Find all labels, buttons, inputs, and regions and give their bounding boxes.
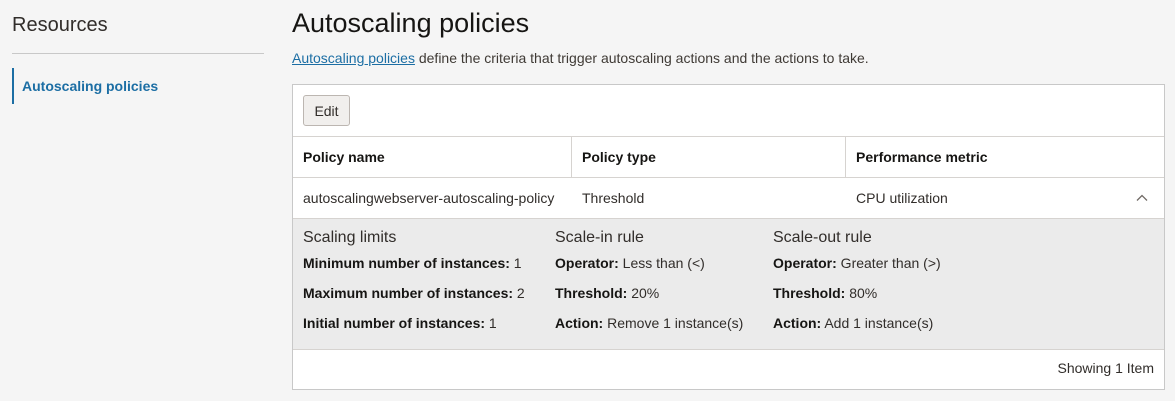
scale-in-action: Action: Remove 1 instance(s) xyxy=(555,313,743,343)
table-row[interactable]: autoscalingwebserver-autoscaling-policy … xyxy=(293,178,1164,219)
row-details: Scaling limits Minimum number of instanc… xyxy=(293,219,1164,350)
page-description: Autoscaling policies define the criteria… xyxy=(292,50,869,66)
scale-in-rule-group: Scale-in rule Operator: Less than (<) Th… xyxy=(555,229,743,343)
sidebar-divider xyxy=(12,53,264,54)
min-instances: Minimum number of instances: 1 xyxy=(303,253,525,283)
max-instances-value: 2 xyxy=(513,285,525,301)
scale-out-threshold-value: 80% xyxy=(845,285,878,301)
column-header-policy-name: Policy name xyxy=(293,137,572,177)
description-text: define the criteria that trigger autosca… xyxy=(414,50,869,66)
column-header-policy-type: Policy type xyxy=(572,137,846,177)
scale-in-threshold: Threshold: 20% xyxy=(555,283,743,313)
scale-out-operator-label: Operator: xyxy=(773,255,837,271)
cell-performance-metric-text: CPU utilization xyxy=(856,190,948,206)
autoscaling-policies-link[interactable]: Autoscaling policies xyxy=(292,50,415,66)
scale-in-action-value: Remove 1 instance(s) xyxy=(603,315,744,331)
sidebar: Resources Autoscaling policies xyxy=(12,0,264,401)
cell-policy-type: Threshold xyxy=(582,190,645,206)
cell-policy-name: autoscalingwebserver-autoscaling-policy xyxy=(303,190,555,206)
scale-in-threshold-label: Threshold: xyxy=(555,285,628,301)
scale-out-action-label: Action: xyxy=(773,315,822,331)
edit-button[interactable]: Edit xyxy=(303,95,350,126)
column-header-performance-metric: Performance metric xyxy=(856,149,988,165)
initial-instances-value: 1 xyxy=(485,315,497,331)
scale-out-threshold: Threshold: 80% xyxy=(773,283,941,313)
page-title: Autoscaling policies xyxy=(292,8,530,38)
scale-out-operator: Operator: Greater than (>) xyxy=(773,253,941,283)
scaling-limits-group: Scaling limits Minimum number of instanc… xyxy=(303,229,525,343)
max-instances-label: Maximum number of instances: xyxy=(303,285,514,301)
policies-panel: Edit Policy name Policy type Performance… xyxy=(292,84,1165,390)
scale-in-action-label: Action: xyxy=(555,315,604,331)
scale-in-operator: Operator: Less than (<) xyxy=(555,253,743,283)
scale-in-operator-value: Less than (<) xyxy=(618,255,705,271)
scale-out-action: Action: Add 1 instance(s) xyxy=(773,313,941,343)
table-footer-count: Showing 1 Item xyxy=(1057,360,1155,376)
cell-performance-metric: CPU utilization xyxy=(846,178,1164,218)
min-instances-label: Minimum number of instances: xyxy=(303,255,510,271)
max-instances: Maximum number of instances: 2 xyxy=(303,283,525,313)
scale-out-rule-title: Scale-out rule xyxy=(773,229,872,246)
scale-out-operator-value: Greater than (>) xyxy=(836,255,941,271)
initial-instances: Initial number of instances: 1 xyxy=(303,313,525,343)
table-header: Policy name Policy type Performance metr… xyxy=(293,136,1164,178)
scale-out-rule-group: Scale-out rule Operator: Greater than (>… xyxy=(773,229,941,343)
scale-out-threshold-label: Threshold: xyxy=(773,285,846,301)
scale-out-action-value: Add 1 instance(s) xyxy=(821,315,934,331)
min-instances-value: 1 xyxy=(509,255,522,271)
sidebar-item-autoscaling-policies[interactable]: Autoscaling policies xyxy=(12,68,264,104)
initial-instances-label: Initial number of instances: xyxy=(303,315,486,331)
chevron-up-icon[interactable] xyxy=(1136,192,1148,204)
sidebar-title: Resources xyxy=(12,14,108,36)
scale-in-operator-label: Operator: xyxy=(555,255,619,271)
scale-in-rule-title: Scale-in rule xyxy=(555,229,644,246)
scale-in-threshold-value: 20% xyxy=(627,285,660,301)
scaling-limits-title: Scaling limits xyxy=(303,229,397,246)
